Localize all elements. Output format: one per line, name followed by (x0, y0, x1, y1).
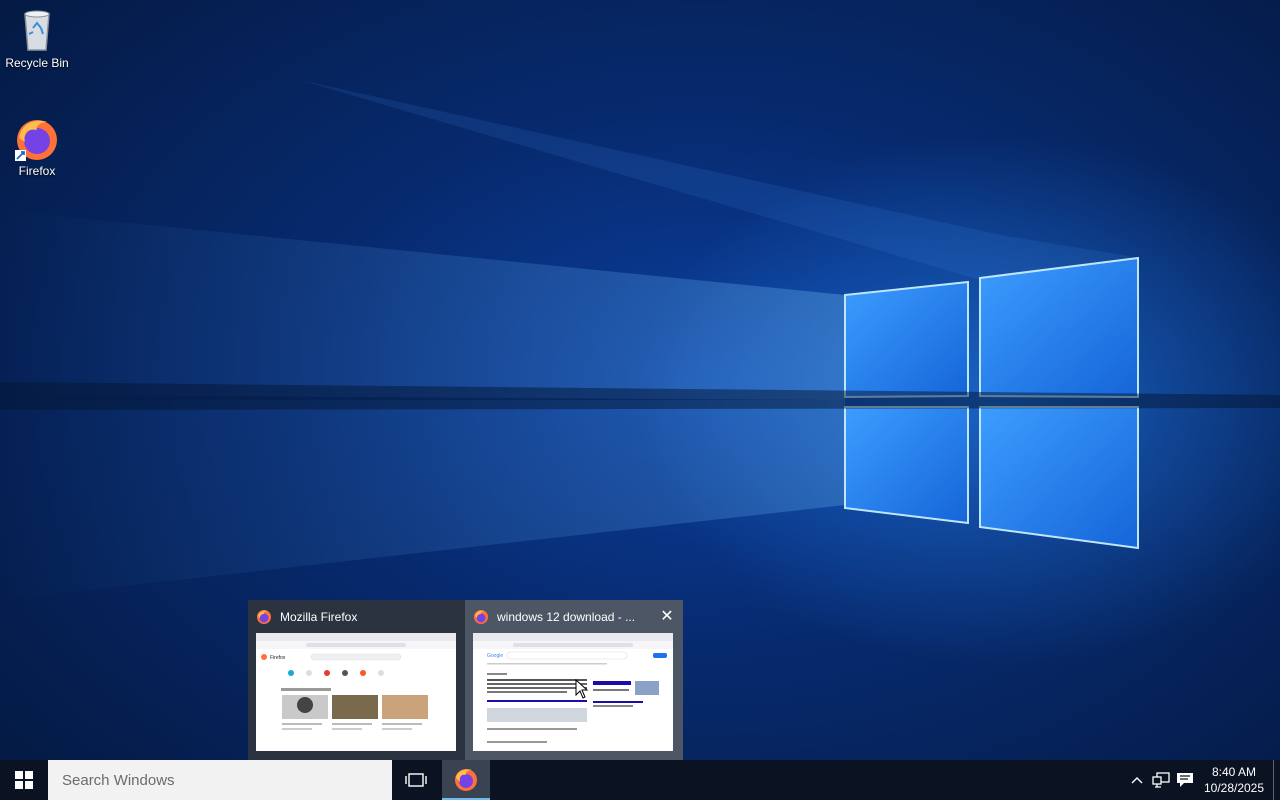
firefox-icon (13, 114, 61, 162)
windows-logo-icon (15, 771, 33, 789)
firefox-icon (256, 609, 272, 625)
system-tray: 8:40 AM 10/28/2025 (1125, 760, 1280, 800)
thumbnail-window-windows-12-download[interactable]: windows 12 download - ... ✕ Google (465, 600, 683, 760)
thumbnail-preview: Google (473, 633, 673, 751)
thumbnail-title: windows 12 download - ... (497, 610, 636, 624)
desktop-icon-firefox[interactable]: Firefox (0, 114, 74, 178)
task-view-icon (405, 773, 427, 787)
network-icon (1152, 772, 1170, 788)
taskbar: 8:40 AM 10/28/2025 (0, 760, 1280, 800)
preview-brand-label: Google (487, 653, 503, 659)
taskbar-app-firefox[interactable] (442, 760, 490, 800)
desktop-icon-label: Firefox (18, 164, 56, 178)
taskbar-thumbnail-popup: Mozilla Firefox Firefox windows 12 downl… (248, 600, 683, 760)
firefox-icon (455, 769, 477, 791)
close-icon: ✕ (660, 608, 674, 625)
recycle-bin-icon (13, 6, 61, 54)
thumbnail-close-button[interactable]: ✕ (657, 608, 677, 626)
mouse-cursor-icon (575, 679, 589, 699)
taskbar-search-box[interactable] (48, 760, 392, 800)
taskbar-clock[interactable]: 8:40 AM 10/28/2025 (1199, 764, 1269, 796)
start-button[interactable] (0, 760, 48, 800)
thumbnail-preview: Firefox (256, 633, 456, 751)
task-view-button[interactable] (392, 760, 440, 800)
desktop-icon-label: Recycle Bin (5, 56, 69, 70)
thumbnail-title: Mozilla Firefox (280, 610, 358, 624)
search-input[interactable] (60, 770, 384, 790)
show-desktop-button[interactable] (1273, 760, 1280, 800)
show-hidden-icons-button[interactable] (1125, 760, 1149, 800)
network-button[interactable] (1149, 760, 1173, 800)
chevron-up-icon (1131, 777, 1143, 784)
action-center-button[interactable] (1173, 760, 1197, 800)
firefox-icon (473, 609, 489, 625)
preview-brand-label: Firefox (270, 655, 286, 661)
thumbnail-window-mozilla-firefox[interactable]: Mozilla Firefox Firefox (248, 600, 466, 760)
clock-date: 10/28/2025 (1203, 781, 1265, 795)
notifications-icon (1177, 773, 1193, 787)
desktop-icon-recycle-bin[interactable]: Recycle Bin (0, 6, 74, 70)
clock-time: 8:40 AM (1211, 765, 1257, 779)
